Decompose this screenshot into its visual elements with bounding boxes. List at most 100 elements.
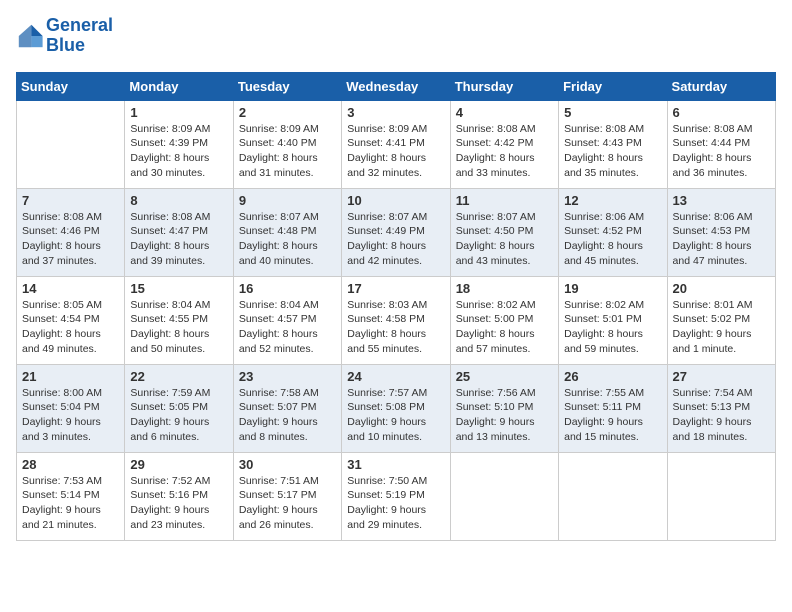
calendar-cell: 27 Sunrise: 7:54 AMSunset: 5:13 PMDayligh… <box>667 364 775 452</box>
calendar-cell <box>450 452 558 540</box>
day-info: Sunrise: 7:57 AMSunset: 5:08 PMDaylight:… <box>347 386 444 445</box>
day-number: 13 <box>673 193 770 208</box>
logo-text: General Blue <box>46 16 113 56</box>
calendar-cell: 24 Sunrise: 7:57 AMSunset: 5:08 PMDayligh… <box>342 364 450 452</box>
day-info: Sunrise: 8:02 AMSunset: 5:00 PMDaylight:… <box>456 298 553 357</box>
calendar-cell: 31 Sunrise: 7:50 AMSunset: 5:19 PMDayligh… <box>342 452 450 540</box>
day-number: 9 <box>239 193 336 208</box>
col-header-friday: Friday <box>559 72 667 100</box>
calendar-cell: 21 Sunrise: 8:00 AMSunset: 5:04 PMDayligh… <box>17 364 125 452</box>
day-info: Sunrise: 7:53 AMSunset: 5:14 PMDaylight:… <box>22 474 119 533</box>
calendar-cell: 17 Sunrise: 8:03 AMSunset: 4:58 PMDayligh… <box>342 276 450 364</box>
day-number: 7 <box>22 193 119 208</box>
calendar-cell: 1 Sunrise: 8:09 AMSunset: 4:39 PMDaylight… <box>125 100 233 188</box>
day-info: Sunrise: 8:07 AMSunset: 4:48 PMDaylight:… <box>239 210 336 269</box>
day-number: 6 <box>673 105 770 120</box>
calendar-cell: 14Sunrise: 8:05 AMSunset: 4:54 PMDayligh… <box>17 276 125 364</box>
day-info: Sunrise: 7:52 AMSunset: 5:16 PMDaylight:… <box>130 474 227 533</box>
calendar-cell: 13 Sunrise: 8:06 AMSunset: 4:53 PMDayligh… <box>667 188 775 276</box>
day-number: 4 <box>456 105 553 120</box>
calendar-cell: 6 Sunrise: 8:08 AMSunset: 4:44 PMDaylight… <box>667 100 775 188</box>
page-header: General Blue <box>16 16 776 56</box>
day-number: 29 <box>130 457 227 472</box>
day-info: Sunrise: 8:00 AMSunset: 5:04 PMDaylight:… <box>22 386 119 445</box>
day-number: 25 <box>456 369 553 384</box>
calendar-cell: 8 Sunrise: 8:08 AMSunset: 4:47 PMDaylight… <box>125 188 233 276</box>
day-info: Sunrise: 8:09 AMSunset: 4:41 PMDaylight:… <box>347 122 444 181</box>
col-header-monday: Monday <box>125 72 233 100</box>
day-info: Sunrise: 8:09 AMSunset: 4:39 PMDaylight:… <box>130 122 227 181</box>
col-header-sunday: Sunday <box>17 72 125 100</box>
col-header-wednesday: Wednesday <box>342 72 450 100</box>
day-number: 21 <box>22 369 119 384</box>
day-info: Sunrise: 8:09 AMSunset: 4:40 PMDaylight:… <box>239 122 336 181</box>
calendar-cell: 26Sunrise: 7:55 AMSunset: 5:11 PMDayligh… <box>559 364 667 452</box>
day-number: 10 <box>347 193 444 208</box>
calendar-cell: 12 Sunrise: 8:06 AMSunset: 4:52 PMDayligh… <box>559 188 667 276</box>
day-number: 18 <box>456 281 553 296</box>
day-number: 19 <box>564 281 661 296</box>
day-number: 24 <box>347 369 444 384</box>
calendar-week-row: 28Sunrise: 7:53 AMSunset: 5:14 PMDayligh… <box>17 452 776 540</box>
day-info: Sunrise: 8:07 AMSunset: 4:49 PMDaylight:… <box>347 210 444 269</box>
day-number: 26 <box>564 369 661 384</box>
day-info: Sunrise: 8:03 AMSunset: 4:58 PMDaylight:… <box>347 298 444 357</box>
day-number: 31 <box>347 457 444 472</box>
day-number: 20 <box>673 281 770 296</box>
day-info: Sunrise: 8:06 AMSunset: 4:53 PMDaylight:… <box>673 210 770 269</box>
day-info: Sunrise: 8:08 AMSunset: 4:47 PMDaylight:… <box>130 210 227 269</box>
day-number: 16 <box>239 281 336 296</box>
day-info: Sunrise: 7:58 AMSunset: 5:07 PMDaylight:… <box>239 386 336 445</box>
calendar-cell: 25 Sunrise: 7:56 AMSunset: 5:10 PMDayligh… <box>450 364 558 452</box>
calendar-table: SundayMondayTuesdayWednesdayThursdayFrid… <box>16 72 776 541</box>
day-number: 8 <box>130 193 227 208</box>
day-info: Sunrise: 7:56 AMSunset: 5:10 PMDaylight:… <box>456 386 553 445</box>
calendar-cell: 4Sunrise: 8:08 AMSunset: 4:42 PMDaylight… <box>450 100 558 188</box>
calendar-cell: 29 Sunrise: 7:52 AMSunset: 5:16 PMDayligh… <box>125 452 233 540</box>
calendar-week-row: 7 Sunrise: 8:08 AMSunset: 4:46 PMDaylight… <box>17 188 776 276</box>
day-info: Sunrise: 7:59 AMSunset: 5:05 PMDaylight:… <box>130 386 227 445</box>
day-number: 17 <box>347 281 444 296</box>
calendar-cell: 9 Sunrise: 8:07 AMSunset: 4:48 PMDaylight… <box>233 188 341 276</box>
day-number: 12 <box>564 193 661 208</box>
calendar-cell: 18 Sunrise: 8:02 AMSunset: 5:00 PMDayligh… <box>450 276 558 364</box>
day-info: Sunrise: 8:04 AMSunset: 4:57 PMDaylight:… <box>239 298 336 357</box>
calendar-cell: 2 Sunrise: 8:09 AMSunset: 4:40 PMDaylight… <box>233 100 341 188</box>
calendar-cell: 10 Sunrise: 8:07 AMSunset: 4:49 PMDayligh… <box>342 188 450 276</box>
day-number: 2 <box>239 105 336 120</box>
day-info: Sunrise: 8:05 AMSunset: 4:54 PMDaylight:… <box>22 298 119 357</box>
day-info: Sunrise: 8:08 AMSunset: 4:46 PMDaylight:… <box>22 210 119 269</box>
day-info: Sunrise: 8:07 AMSunset: 4:50 PMDaylight:… <box>456 210 553 269</box>
day-number: 27 <box>673 369 770 384</box>
calendar-cell: 23Sunrise: 7:58 AMSunset: 5:07 PMDayligh… <box>233 364 341 452</box>
col-header-thursday: Thursday <box>450 72 558 100</box>
day-number: 5 <box>564 105 661 120</box>
calendar-cell: 30Sunrise: 7:51 AMSunset: 5:17 PMDayligh… <box>233 452 341 540</box>
day-info: Sunrise: 8:02 AMSunset: 5:01 PMDaylight:… <box>564 298 661 357</box>
day-number: 1 <box>130 105 227 120</box>
calendar-cell: 28Sunrise: 7:53 AMSunset: 5:14 PMDayligh… <box>17 452 125 540</box>
col-header-saturday: Saturday <box>667 72 775 100</box>
col-header-tuesday: Tuesday <box>233 72 341 100</box>
day-number: 15 <box>130 281 227 296</box>
logo: General Blue <box>16 16 113 56</box>
calendar-cell: 22 Sunrise: 7:59 AMSunset: 5:05 PMDayligh… <box>125 364 233 452</box>
day-number: 22 <box>130 369 227 384</box>
day-info: Sunrise: 7:51 AMSunset: 5:17 PMDaylight:… <box>239 474 336 533</box>
calendar-cell: 7 Sunrise: 8:08 AMSunset: 4:46 PMDaylight… <box>17 188 125 276</box>
calendar-cell: 5 Sunrise: 8:08 AMSunset: 4:43 PMDaylight… <box>559 100 667 188</box>
day-number: 11 <box>456 193 553 208</box>
calendar-cell: 11 Sunrise: 8:07 AMSunset: 4:50 PMDayligh… <box>450 188 558 276</box>
day-info: Sunrise: 8:08 AMSunset: 4:43 PMDaylight:… <box>564 122 661 181</box>
day-info: Sunrise: 8:01 AMSunset: 5:02 PMDaylight:… <box>673 298 770 357</box>
calendar-cell: 16 Sunrise: 8:04 AMSunset: 4:57 PMDayligh… <box>233 276 341 364</box>
day-info: Sunrise: 8:08 AMSunset: 4:44 PMDaylight:… <box>673 122 770 181</box>
day-info: Sunrise: 7:50 AMSunset: 5:19 PMDaylight:… <box>347 474 444 533</box>
calendar-week-row: 21 Sunrise: 8:00 AMSunset: 5:04 PMDayligh… <box>17 364 776 452</box>
calendar-header-row: SundayMondayTuesdayWednesdayThursdayFrid… <box>17 72 776 100</box>
day-info: Sunrise: 7:54 AMSunset: 5:13 PMDaylight:… <box>673 386 770 445</box>
calendar-cell: 15Sunrise: 8:04 AMSunset: 4:55 PMDayligh… <box>125 276 233 364</box>
logo-icon <box>16 22 44 50</box>
day-number: 3 <box>347 105 444 120</box>
day-info: Sunrise: 8:06 AMSunset: 4:52 PMDaylight:… <box>564 210 661 269</box>
